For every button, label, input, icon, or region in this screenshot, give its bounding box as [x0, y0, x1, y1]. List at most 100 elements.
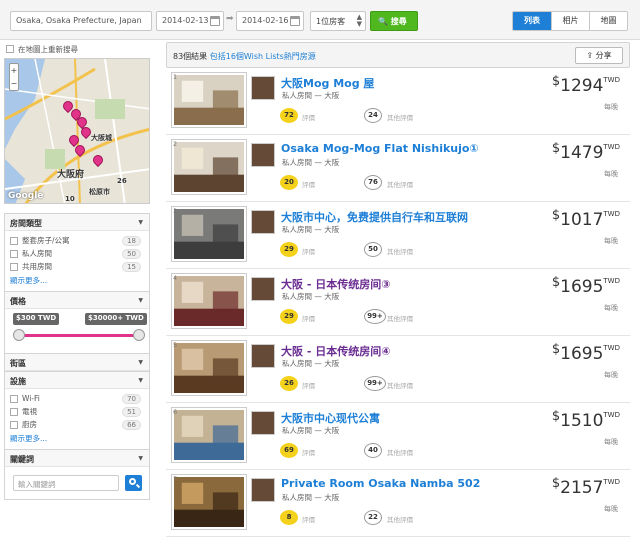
- host-avatar[interactable]: [251, 411, 275, 435]
- other-review-label: 其他評價: [387, 181, 413, 189]
- review-count-badge[interactable]: 8: [280, 510, 298, 525]
- checkout-input[interactable]: 2014-02-16: [236, 11, 304, 31]
- filter-option[interactable]: 共用房間 15: [5, 260, 149, 273]
- price-unit: TWD: [603, 478, 620, 486]
- keyword-input[interactable]: 輸入關鍵詞: [13, 475, 119, 491]
- checkbox[interactable]: [10, 249, 18, 258]
- search-icon: [129, 478, 136, 485]
- listing-title[interactable]: Osaka Mog-Mog Flat Nishikujo①: [281, 142, 479, 155]
- other-review-count-badge[interactable]: 76: [364, 175, 382, 190]
- show-more-link[interactable]: 顯示更多...: [5, 273, 149, 291]
- review-count-badge[interactable]: 29: [280, 242, 298, 257]
- filter-option[interactable]: 私人房間 50: [5, 247, 149, 260]
- caret-down-icon: ▼: [138, 377, 143, 384]
- listing-number: 5: [173, 341, 178, 349]
- keyword-search-button[interactable]: [125, 475, 142, 491]
- price-amount: 1479: [560, 143, 604, 163]
- filter-title: 街區: [10, 359, 26, 368]
- listing-title[interactable]: 大阪Mog Mog 屋: [281, 75, 374, 91]
- filter-header[interactable]: 街區 ▼: [5, 353, 149, 371]
- review-count-badge[interactable]: 20: [280, 175, 298, 190]
- search-button[interactable]: 🔍 搜尋: [370, 11, 418, 31]
- view-map-button[interactable]: 地圖: [589, 12, 627, 30]
- host-avatar[interactable]: [251, 76, 275, 100]
- other-review-count-badge[interactable]: 24: [364, 108, 382, 123]
- checkin-value: 2014-02-13: [162, 16, 209, 25]
- filter-option-label: 廚房: [22, 420, 37, 429]
- map-zoom-control[interactable]: + −: [9, 63, 19, 91]
- filter-option[interactable]: 電視 51: [5, 405, 149, 418]
- listing-title[interactable]: 大阪 - 日本传统房间④: [281, 343, 391, 359]
- price-max-handle[interactable]: [133, 329, 145, 341]
- filter-count: 70: [122, 394, 141, 404]
- checkbox[interactable]: [10, 420, 18, 429]
- wishlist-link[interactable]: 包括16個Wish Lists熱門房源: [210, 52, 316, 61]
- other-review-count-badge[interactable]: 99+: [364, 376, 386, 391]
- host-avatar[interactable]: [251, 210, 275, 234]
- other-review-count-badge[interactable]: 40: [364, 443, 382, 458]
- listing-number: 1: [173, 73, 178, 81]
- filter-option[interactable]: Wi-Fi 70: [5, 392, 149, 405]
- price-min-handle[interactable]: [13, 329, 25, 341]
- map-search-label: 在地圖上重新搜尋: [18, 44, 78, 54]
- listing-photo[interactable]: [171, 474, 247, 530]
- review-count-badge[interactable]: 72: [280, 108, 298, 123]
- location-input[interactable]: Osaka, Osaka Prefecture, Japan: [10, 11, 152, 31]
- checkin-input[interactable]: 2014-02-13: [156, 11, 224, 31]
- listing-photo[interactable]: [171, 273, 247, 329]
- view-photo-button[interactable]: 相片: [551, 12, 589, 30]
- listing-item[interactable]: 4 大阪 - 日本传统房间③ 私人房間 — 大阪 29 評價 99+ 其他評價 $1695TW…: [166, 269, 630, 336]
- filter-count: 18: [122, 236, 141, 246]
- listing-item[interactable]: 7 Private Room Osaka Namba 502 私人房間 — 大阪 8 評…: [166, 470, 630, 537]
- filter-header[interactable]: 價格 ▼: [5, 291, 149, 309]
- map-search-toggle[interactable]: 在地圖上重新搜尋: [4, 42, 150, 56]
- listing-price: $1017TWD: [552, 208, 620, 230]
- host-avatar[interactable]: [251, 478, 275, 502]
- listing-subtitle: 私人房間 — 大阪: [282, 158, 340, 167]
- map[interactable]: + − 大阪城 大阪府 松原市 10 26 Google: [4, 58, 150, 204]
- review-label: 評價: [302, 248, 315, 256]
- guests-select[interactable]: 1位房客 ▲ ▼: [310, 11, 366, 31]
- checkbox[interactable]: [10, 394, 18, 403]
- share-button[interactable]: ⇪ 分享: [575, 47, 623, 64]
- show-more-link[interactable]: 顯示更多...: [5, 431, 149, 449]
- listing-item[interactable]: 2 Osaka Mog-Mog Flat Nishikujo① 私人房間 — 大阪 2…: [166, 135, 630, 202]
- checkbox[interactable]: [10, 236, 18, 245]
- filter-option[interactable]: 整套房子/公寓 18: [5, 234, 149, 247]
- listing-photo[interactable]: [171, 407, 247, 463]
- host-avatar[interactable]: [251, 344, 275, 368]
- other-review-count-badge[interactable]: 99+: [364, 309, 386, 324]
- filter-header[interactable]: 關鍵詞 ▼: [5, 449, 149, 467]
- review-count-badge[interactable]: 69: [280, 443, 298, 458]
- listing-item[interactable]: 6 大阪市中心现代公寓 私人房間 — 大阪 69 評價 40 其他評價 $1510TWD 每晚: [166, 403, 630, 470]
- listing-photo[interactable]: [171, 340, 247, 396]
- listing-title[interactable]: 大阪市中心现代公寓: [281, 410, 380, 426]
- zoom-in-icon[interactable]: +: [11, 66, 18, 75]
- review-count-badge[interactable]: 29: [280, 309, 298, 324]
- listing-title[interactable]: Private Room Osaka Namba 502: [281, 477, 480, 490]
- other-review-count-badge[interactable]: 22: [364, 510, 382, 525]
- other-review-count-badge[interactable]: 50: [364, 242, 382, 257]
- filter-header[interactable]: 設施 ▼: [5, 371, 149, 389]
- checkbox[interactable]: [6, 45, 14, 53]
- listing-number: 7: [173, 475, 178, 483]
- listing-photo[interactable]: [171, 139, 247, 195]
- checkbox[interactable]: [10, 262, 18, 271]
- listing-item[interactable]: 1 大阪Mog Mog 屋私人房間 — 大阪 72 評價 24 其他評價 $1294TWD 每…: [166, 68, 630, 135]
- host-avatar[interactable]: [251, 277, 275, 301]
- filter-header[interactable]: 房間類型 ▼: [5, 213, 149, 231]
- checkbox[interactable]: [10, 407, 18, 416]
- host-avatar[interactable]: [251, 143, 275, 167]
- listing-photo[interactable]: [171, 206, 247, 262]
- listing-item[interactable]: 5 大阪 - 日本传统房间④ 私人房間 — 大阪 26 評價 99+ 其他評價 $1695TW…: [166, 336, 630, 403]
- filter-option[interactable]: 廚房 66: [5, 418, 149, 431]
- listing-title[interactable]: 大阪市中心，免费提供自行车和互联网: [281, 209, 468, 225]
- listing-photo[interactable]: [171, 72, 247, 128]
- review-count-badge[interactable]: 26: [280, 376, 298, 391]
- listing-item[interactable]: 3 大阪市中心，免费提供自行车和互联网 私人房間 — 大阪 29 評價 50 其他評價 $10…: [166, 202, 630, 269]
- view-list-button[interactable]: 列表: [513, 12, 551, 30]
- zoom-out-icon[interactable]: −: [11, 79, 18, 88]
- listing-title[interactable]: 大阪 - 日本传统房间③: [281, 276, 391, 292]
- review-label: 評價: [302, 516, 315, 524]
- results-header: 83個結果 包括16個Wish Lists熱門房源 ⇪ 分享: [166, 42, 630, 68]
